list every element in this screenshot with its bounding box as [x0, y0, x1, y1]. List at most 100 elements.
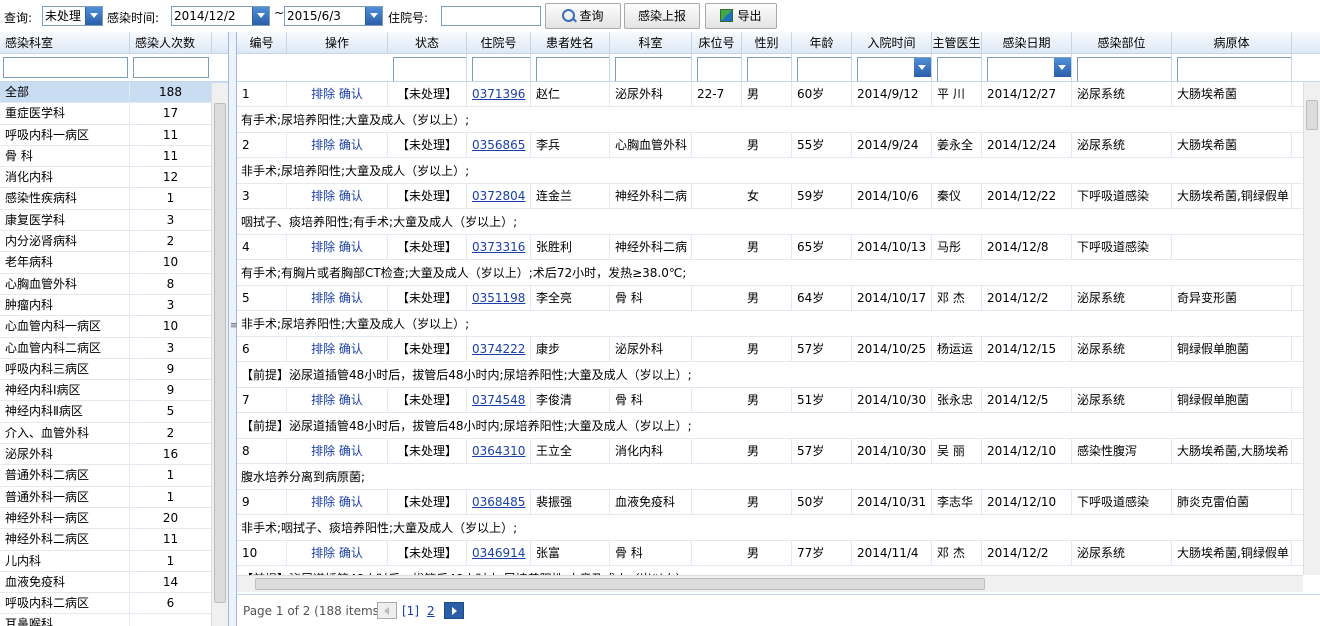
- filter-input-age[interactable]: [797, 57, 851, 81]
- dept-list-item[interactable]: 重症医学科 17: [0, 103, 228, 125]
- filter-input-status[interactable]: [393, 57, 466, 81]
- table-row[interactable]: 7 排除 确认 【未处理】 0374548 李俊清骨 科男 51岁 2014/10/30 张永…: [237, 388, 1303, 413]
- dept-list-item[interactable]: 血液免疫科 14: [0, 571, 228, 594]
- table-row[interactable]: 6 排除 确认 【未处理】 0374222 康步 泌尿外科男 57岁 2014/10/25 杨运…: [237, 337, 1303, 362]
- dept-list-item[interactable]: 泌尿外科 16: [0, 444, 228, 466]
- filter-input-infdate[interactable]: [987, 57, 1071, 81]
- confirm-link[interactable]: 确认: [339, 444, 363, 458]
- inpatient-id-link[interactable]: 0373316: [472, 240, 525, 254]
- col-header-infdate[interactable]: 感染日期: [982, 32, 1072, 53]
- confirm-link[interactable]: 确认: [339, 87, 363, 101]
- col-header-dept[interactable]: 感染科室: [0, 32, 130, 53]
- col-header-status[interactable]: 状态: [388, 32, 467, 53]
- prev-page-button[interactable]: [377, 602, 397, 619]
- dept-list-item[interactable]: 儿内科 1: [0, 550, 228, 572]
- col-header-admit[interactable]: 入院时间: [852, 32, 932, 53]
- col-header-doctor[interactable]: 主管医生: [932, 32, 982, 53]
- col-header-path[interactable]: 病原体: [1172, 32, 1292, 53]
- exclude-link[interactable]: 排除: [311, 444, 335, 458]
- dept-list-item[interactable]: 普通外科二病区 1: [0, 465, 228, 487]
- inpatient-id-link[interactable]: 0374222: [472, 342, 525, 356]
- dept-filter-input[interactable]: [3, 57, 128, 78]
- confirm-link[interactable]: 确认: [339, 342, 363, 356]
- grid-horizontal-scrollbar[interactable]: [237, 575, 1303, 592]
- exclude-link[interactable]: 排除: [311, 189, 335, 203]
- confirm-link[interactable]: 确认: [339, 240, 363, 254]
- filter-input-doctor[interactable]: [937, 57, 981, 81]
- exclude-link[interactable]: 排除: [311, 240, 335, 254]
- dept-list-item[interactable]: 内分泌肾病科 2: [0, 231, 228, 253]
- infection-report-button[interactable]: 感染上报: [624, 3, 700, 29]
- grid-vertical-scrollbar[interactable]: [1303, 82, 1320, 575]
- filter-input-admit[interactable]: [857, 57, 931, 81]
- inpatient-id-link[interactable]: 0356865: [472, 138, 525, 152]
- table-row[interactable]: 2 排除 确认 【未处理】 0356865 李兵 心胸血管外科男 55岁 2014/9/24 姜…: [237, 133, 1303, 158]
- exclude-link[interactable]: 排除: [311, 495, 335, 509]
- exclude-link[interactable]: 排除: [311, 342, 335, 356]
- exclude-link[interactable]: 排除: [311, 393, 335, 407]
- dept-list-item[interactable]: 康复医学科 3: [0, 209, 228, 232]
- dept-list-item[interactable]: 感染性疾病科 1: [0, 188, 228, 210]
- exclude-link[interactable]: 排除: [311, 291, 335, 305]
- confirm-link[interactable]: 确认: [339, 189, 363, 203]
- dept-list-item[interactable]: 骨 科 11: [0, 145, 228, 168]
- dept-list-item[interactable]: 心血管内科一病区 10: [0, 316, 228, 338]
- filter-input-name[interactable]: [536, 57, 609, 81]
- table-row[interactable]: 4 排除 确认 【未处理】 0373316 张胜利 神经外科二病男 65岁 2014/10/1…: [237, 235, 1303, 260]
- grid-vscroll-thumb[interactable]: [1306, 100, 1318, 130]
- dept-list-item[interactable]: 呼吸内科一病区 11: [0, 124, 228, 146]
- col-header-age[interactable]: 年龄: [792, 32, 852, 53]
- col-header-bed[interactable]: 床位号: [692, 32, 742, 53]
- col-header-sex[interactable]: 性别: [742, 32, 792, 53]
- dept-list-item[interactable]: 神经外科二病区 11: [0, 529, 228, 551]
- filter-input-path[interactable]: [1177, 57, 1291, 81]
- query-button[interactable]: 查询: [545, 3, 621, 29]
- dept-list-item[interactable]: 神经内科Ⅰ病区 9: [0, 380, 228, 402]
- col-header-id[interactable]: 住院号: [467, 32, 531, 53]
- exclude-link[interactable]: 排除: [311, 546, 335, 560]
- col-header-site[interactable]: 感染部位: [1072, 32, 1172, 53]
- chevron-down-icon[interactable]: [85, 7, 102, 25]
- filter-input-sex[interactable]: [747, 57, 791, 81]
- dept-list-item[interactable]: 心胸血管外科 8: [0, 273, 228, 295]
- page-1-link[interactable]: [1]: [402, 604, 419, 618]
- confirm-link[interactable]: 确认: [339, 291, 363, 305]
- filter-input-site[interactable]: [1077, 57, 1171, 81]
- dept-list-item[interactable]: 介入、血管外科 2: [0, 422, 228, 445]
- status-select[interactable]: 未处理: [42, 6, 103, 26]
- date-from-picker[interactable]: 2014/12/2: [171, 6, 270, 26]
- chevron-down-icon[interactable]: [914, 58, 931, 77]
- dept-list-item[interactable]: 全部 188: [0, 82, 228, 104]
- count-filter-input[interactable]: [133, 57, 209, 78]
- dept-list-item[interactable]: 呼吸内科二病区 6: [0, 593, 228, 615]
- table-row[interactable]: 10 排除 确认 【未处理】 0346914 张富骨 科男 77岁 2014/11/4 邓 杰…: [237, 541, 1303, 566]
- dept-list-item[interactable]: 老年病科 10: [0, 252, 228, 274]
- confirm-link[interactable]: 确认: [339, 495, 363, 509]
- table-row[interactable]: 1 排除 确认 【未处理】 0371396 赵仁 泌尿外科 22-7 男 60岁 2014/9/1…: [237, 82, 1303, 107]
- inpatient-id-link[interactable]: 0371396: [472, 87, 525, 101]
- dept-list-item[interactable]: 心血管内科二病区 3: [0, 337, 228, 359]
- confirm-link[interactable]: 确认: [339, 138, 363, 152]
- grid-hscroll-thumb[interactable]: [255, 578, 985, 590]
- col-header-dept[interactable]: 科室: [610, 32, 692, 53]
- filter-input-dept[interactable]: [615, 57, 691, 81]
- dept-scroll-thumb[interactable]: [214, 103, 226, 603]
- panel-splitter[interactable]: ≡: [229, 32, 238, 626]
- next-page-button[interactable]: [444, 602, 464, 619]
- col-header-count[interactable]: 感染人次数: [130, 32, 212, 53]
- filter-input-id[interactable]: [472, 57, 530, 81]
- inpatient-id-link[interactable]: 0364310: [472, 444, 525, 458]
- export-button[interactable]: 导出: [705, 3, 777, 29]
- dept-list-item[interactable]: 神经外科一病区 20: [0, 507, 228, 530]
- table-row[interactable]: 8 排除 确认 【未处理】 0364310 王立全 消化内科男 57岁 2014/10/30 吴…: [237, 439, 1303, 464]
- inpatient-id-link[interactable]: 0368485: [472, 495, 525, 509]
- inpatient-id-link[interactable]: 0372804: [472, 189, 525, 203]
- calendar-dropdown-icon[interactable]: [365, 7, 382, 25]
- filter-input-bed[interactable]: [697, 57, 741, 81]
- page-2-link[interactable]: 2: [427, 604, 435, 618]
- exclude-link[interactable]: 排除: [311, 138, 335, 152]
- table-row[interactable]: 3 排除 确认 【未处理】 0372804 连金兰 神经外科二病女 59岁 2014/10/6…: [237, 184, 1303, 209]
- dept-list-item[interactable]: 肿瘤内科 3: [0, 294, 228, 317]
- dept-list-item[interactable]: 神经内科Ⅱ病区 5: [0, 401, 228, 423]
- col-header-name[interactable]: 患者姓名: [531, 32, 610, 53]
